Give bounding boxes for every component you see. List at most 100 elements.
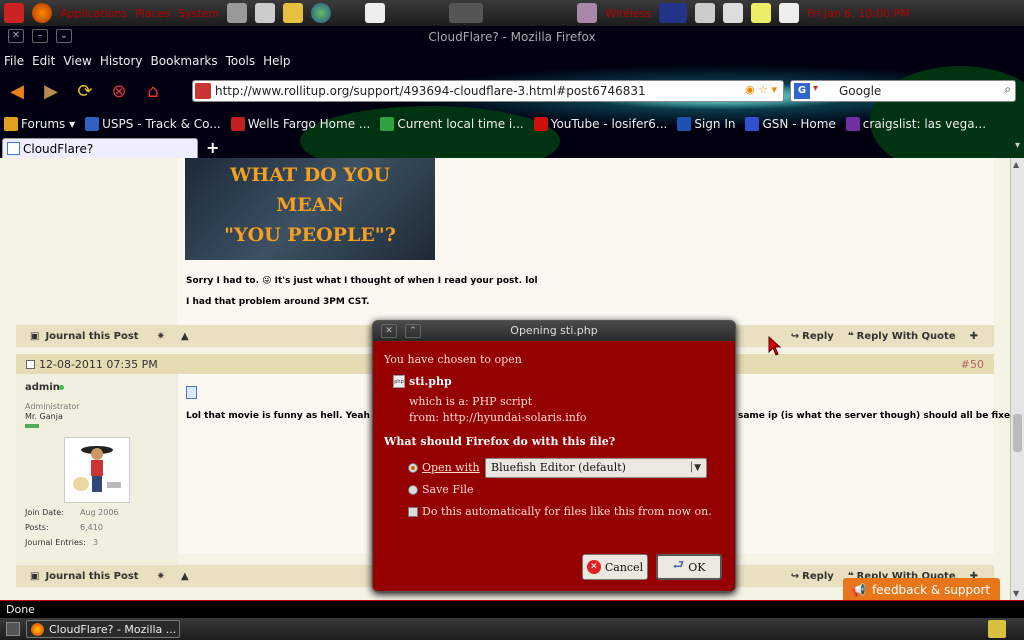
menu-applications[interactable]: Applications <box>60 7 127 20</box>
feedback-support-button[interactable]: 📢 feedback & support <box>843 578 1000 602</box>
quote-icon[interactable]: ❝ <box>848 331 854 342</box>
show-desktop-icon[interactable] <box>6 622 20 636</box>
journal-entries-value: 3 <box>93 538 99 547</box>
search-engine-dropdown-icon[interactable]: ▾ <box>813 83 818 94</box>
tab-list-icon[interactable]: ▾ <box>1015 140 1020 151</box>
bookmark-item[interactable]: Current local time i... <box>380 117 524 131</box>
google-icon[interactable]: G <box>794 83 810 99</box>
trash-icon[interactable] <box>988 620 1006 638</box>
image-caption-line3: "YOU PEOPLE"? <box>224 224 396 246</box>
post-number-link[interactable]: #50 <box>961 358 984 371</box>
bookmark-item[interactable]: USPS - Track & Co... <box>85 117 221 131</box>
search-input[interactable]: G ▾ Google ⌕ <box>790 80 1016 102</box>
dialog-titlebar: ✕ ⌃ Opening sti.php <box>373 321 735 341</box>
maximize-window-button[interactable]: ⌄ <box>56 29 72 43</box>
warning-icon[interactable]: ▲ <box>181 571 189 582</box>
magnifier-icon[interactable]: ⌕ <box>1004 82 1011 97</box>
bookmark-item[interactable]: craigslist: las vega... <box>845 117 986 131</box>
post-icon <box>186 386 197 399</box>
multiquote-icon[interactable]: ✚ <box>970 331 978 342</box>
open-with-label[interactable]: Open with <box>422 461 480 474</box>
url-text: http://www.rollitup.org/support/493694-c… <box>215 84 646 98</box>
menu-help[interactable]: Help <box>263 54 290 72</box>
bookmark-favicon-icon <box>533 117 548 131</box>
text-editor-icon[interactable] <box>365 3 386 23</box>
home-icon[interactable]: ⌂ <box>140 79 166 103</box>
globe-icon[interactable] <box>311 3 332 23</box>
top-panel: Applications Places System Wireless Fri … <box>0 0 1024 26</box>
journal-icon[interactable]: ▣ <box>30 571 39 582</box>
bookmark-item[interactable]: YouTube - losifer6... <box>533 117 668 131</box>
taskbar-item-firefox[interactable]: CloudFlare? - Mozilla ... <box>26 620 180 638</box>
warning-icon[interactable]: ▲ <box>181 331 189 342</box>
scroll-down-icon[interactable]: ▼ <box>1013 589 1019 598</box>
cancel-button[interactable]: ✕ Cancel <box>582 554 648 580</box>
auto-action-checkbox[interactable] <box>408 507 418 517</box>
screenshot-icon[interactable] <box>449 3 484 23</box>
bookmark-item[interactable]: Sign In <box>677 117 735 131</box>
application-selected-value: Bluefish Editor (default) <box>491 461 626 474</box>
reply-icon[interactable]: ↪ <box>791 571 799 582</box>
reply-icon[interactable]: ↪ <box>791 331 799 342</box>
bookmark-item[interactable]: Forums ▾ <box>4 117 75 131</box>
reply-link[interactable]: Reply <box>802 331 834 342</box>
dialog-shade-button[interactable]: ⌃ <box>405 324 421 338</box>
display-icon[interactable] <box>723 3 744 23</box>
page-scrollbar[interactable]: ▲ ▼ <box>1010 158 1024 600</box>
dialog-intro: You have chosen to open <box>384 353 522 366</box>
forward-arrow-icon[interactable]: ▶ <box>38 79 64 103</box>
download-icon[interactable] <box>227 3 248 23</box>
post-text-line2: I had that problem around 3PM CST. <box>186 297 370 307</box>
journal-icon[interactable]: ▣ <box>30 331 39 342</box>
url-bar[interactable]: http://www.rollitup.org/support/493694-c… <box>192 80 784 102</box>
sync-icon[interactable] <box>695 3 716 23</box>
ubuntu-logo-icon[interactable] <box>32 3 52 23</box>
new-tab-button[interactable]: + <box>206 138 219 157</box>
posts-label: Posts: <box>25 523 49 532</box>
menu-view[interactable]: View <box>63 54 91 72</box>
reply-quote-link[interactable]: Reply With Quote <box>857 331 956 342</box>
bookmark-item[interactable]: Wells Fargo Home ... <box>230 117 370 131</box>
close-window-button[interactable]: ✕ <box>8 29 24 43</box>
back-arrow-icon[interactable]: ◀ <box>4 79 30 103</box>
username-link[interactable]: admin <box>25 382 60 393</box>
scroll-thumb[interactable] <box>1013 414 1022 452</box>
heart-app-icon[interactable] <box>4 3 24 23</box>
panel-clock[interactable]: Fri Jan 6, 10:00 PM <box>807 7 909 20</box>
menu-history[interactable]: History <box>100 54 143 72</box>
stop-icon[interactable]: ⊗ <box>106 79 132 103</box>
dialog-close-button[interactable]: ✕ <box>381 324 397 338</box>
save-file-label[interactable]: Save File <box>422 483 474 496</box>
bookmark-favicon-icon <box>85 117 100 131</box>
status-bar: Done <box>0 600 1024 618</box>
reload-icon[interactable]: ⟳ <box>72 79 98 103</box>
notes-icon[interactable] <box>751 3 772 23</box>
menu-places[interactable]: Places <box>135 7 170 20</box>
open-with-radio[interactable] <box>408 463 418 473</box>
bookmark-item[interactable]: GSN - Home <box>745 117 836 131</box>
save-file-radio[interactable] <box>408 485 418 495</box>
ok-button[interactable]: ⮐ OK <box>656 554 722 580</box>
scroll-up-icon[interactable]: ▲ <box>1013 160 1019 169</box>
journal-post-link[interactable]: Journal this Post <box>45 331 138 342</box>
menu-tools[interactable]: Tools <box>226 54 256 72</box>
menu-edit[interactable]: Edit <box>32 54 55 72</box>
rss-star-icon[interactable]: ◉ ☆ ▾ <box>745 83 777 96</box>
minimize-window-button[interactable]: – <box>32 29 48 43</box>
menu-system[interactable]: System <box>178 7 219 20</box>
settings-icon[interactable] <box>779 3 800 23</box>
menu-bookmarks[interactable]: Bookmarks <box>151 54 218 72</box>
reply-link[interactable]: Reply <box>802 571 834 582</box>
folder-icon[interactable] <box>283 3 304 23</box>
dropdown-arrow-icon: │▼ <box>688 463 701 473</box>
bookmark-label: YouTube - losifer6... <box>550 117 668 131</box>
star-icon[interactable]: ✷ <box>157 571 165 582</box>
taskbar-item-label: CloudFlare? - Mozilla ... <box>49 622 177 636</box>
menu-file[interactable]: File <box>4 54 24 72</box>
application-select[interactable]: Bluefish Editor (default) │▼ <box>485 458 707 478</box>
star-icon[interactable]: ✷ <box>157 331 165 342</box>
auto-action-label[interactable]: Do this automatically for files like thi… <box>422 505 712 518</box>
journal-post-link[interactable]: Journal this Post <box>45 571 138 582</box>
tab-cloudflare[interactable]: CloudFlare? <box>2 138 198 158</box>
calculator-icon[interactable] <box>255 3 276 23</box>
